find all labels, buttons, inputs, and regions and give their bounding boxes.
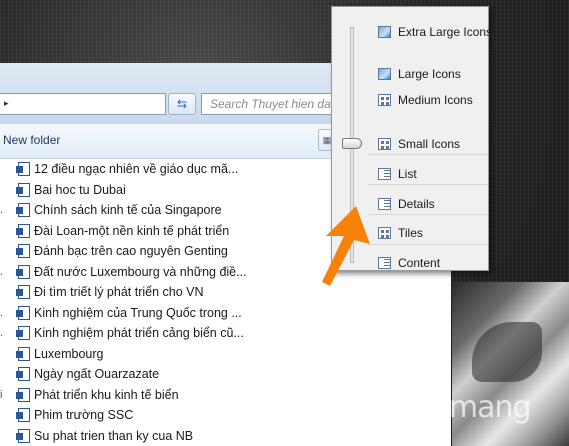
word-document-icon — [16, 264, 30, 279]
view-option-list[interactable]: List — [368, 163, 488, 185]
word-document-icon — [16, 428, 30, 443]
watermark-logo-icon — [338, 394, 364, 420]
file-name: Đất nước Luxembourg và những điề... — [34, 264, 247, 279]
search-placeholder: Search Thuyet hien dai — [210, 97, 334, 111]
address-box[interactable]: ▸ — [0, 93, 166, 115]
word-document-icon — [16, 162, 30, 176]
view-option-details[interactable]: Details — [368, 193, 488, 215]
word-document-icon — [16, 367, 30, 381]
menu-separator — [368, 214, 488, 215]
file-name: Ngày ngất Ouarzazate — [34, 367, 160, 381]
row-marker: . — [0, 265, 4, 278]
view-option-tiles[interactable]: Tiles — [368, 222, 488, 244]
orange-arrow-annotation — [322, 206, 370, 286]
grid-view-icon — [378, 94, 391, 106]
view-option-label: Content — [398, 256, 441, 270]
file-name: Kinh nghiệm phát triển cảng biển cũ... — [34, 326, 244, 340]
file-name: Su phat trien than ky cua NB — [34, 428, 194, 443]
word-document-icon — [16, 408, 30, 422]
view-option-label: Medium Icons — [398, 93, 473, 107]
view-option-content[interactable]: Content — [368, 252, 488, 274]
file-name: Phát triển khu kinh tế biển — [34, 387, 179, 402]
view-size-slider-thumb[interactable] — [342, 138, 362, 149]
picture-view-icon — [378, 26, 391, 38]
file-name: 12 điều ngạc nhiên về giáo dục mã... — [34, 162, 239, 176]
file-list-item[interactable]: . Kinh nghiệm phát triển cảng biển cũ... — [0, 323, 451, 344]
view-option-label: Small Icons — [398, 137, 461, 151]
word-document-icon — [16, 305, 30, 320]
view-option-label: Large Icons — [398, 67, 461, 81]
word-document-icon — [16, 223, 30, 238]
view-option-extra-large-icons[interactable]: Extra Large Icons — [368, 21, 492, 43]
refresh-button[interactable]: ⇆ — [168, 93, 196, 115]
file-name: Đài Loan-một nền kinh tế phát triển — [34, 223, 230, 238]
view-option-label: Tiles — [398, 226, 423, 240]
view-option-small-icons[interactable]: Small Icons — [368, 133, 488, 155]
row-marker: . — [0, 327, 4, 339]
file-name: Chính sách kinh tế của Singapore — [34, 203, 222, 217]
row-marker: i — [0, 388, 3, 401]
view-option-label: Extra Large Icons — [398, 25, 493, 39]
file-list-item[interactable]: Ngày ngất Ouarzazate — [0, 364, 451, 385]
view-option-large-icons[interactable]: Large Icons — [368, 63, 488, 85]
file-name: Kinh nghiệm của Trung Quốc trong ... — [34, 305, 242, 320]
view-option-label: Details — [398, 197, 435, 211]
row-marker: . — [0, 306, 4, 319]
word-document-icon — [16, 285, 30, 299]
menu-separator — [368, 244, 488, 245]
word-document-icon — [16, 244, 30, 258]
file-list-item[interactable]: . Kinh nghiệm của Trung Quốc trong ... — [0, 303, 451, 324]
breadcrumb-arrow-icon[interactable]: ▸ — [4, 98, 9, 109]
file-name: Đánh bạc trên cao nguyên Genting — [34, 244, 228, 258]
file-list-item[interactable]: Su phat trien than ky cua NB — [0, 426, 451, 446]
menu-separator — [368, 154, 488, 155]
file-list-item[interactable]: Luxembourg — [0, 344, 451, 365]
watermark: uantrimang — [338, 388, 532, 428]
word-document-icon — [16, 203, 30, 217]
list-view-icon — [378, 198, 391, 210]
file-name: Đi tìm triết lý phát triển cho VN — [34, 285, 204, 299]
word-document-icon — [16, 387, 30, 402]
file-name: Phim trường SSC — [34, 408, 134, 422]
watermark-text: uantrimang — [366, 390, 532, 425]
word-document-icon — [16, 182, 30, 197]
file-name: Bai hoc tu Dubai — [34, 182, 126, 197]
new-folder-button[interactable]: New folder — [3, 133, 60, 147]
file-list-item[interactable]: Đi tìm triết lý phát triển cho VN — [0, 282, 451, 303]
list-view-icon — [378, 168, 391, 180]
picture-view-icon — [378, 68, 391, 80]
refresh-icon: ⇆ — [176, 97, 188, 111]
word-document-icon — [16, 326, 30, 340]
word-document-icon — [16, 346, 30, 361]
view-option-medium-icons[interactable]: Medium Icons — [368, 89, 488, 111]
view-option-label: List — [398, 167, 417, 181]
grid-view-icon — [378, 227, 391, 239]
grid-view-icon — [378, 138, 391, 150]
file-name: Luxembourg — [34, 346, 104, 361]
list-view-icon — [378, 257, 391, 269]
menu-separator — [368, 184, 488, 185]
row-marker: . — [0, 204, 4, 216]
view-grid-icon: ▦ — [322, 135, 332, 145]
